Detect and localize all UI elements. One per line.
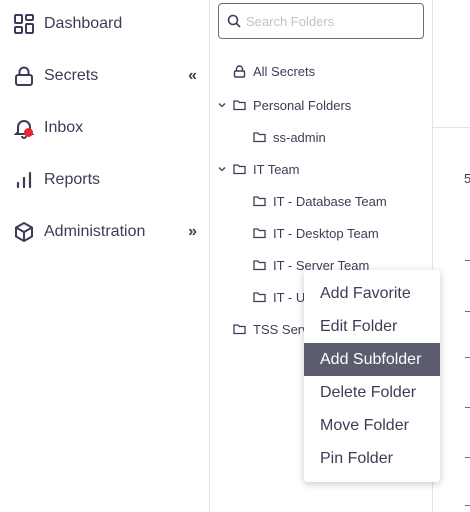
folder-icon <box>253 259 266 272</box>
nav-item-inbox[interactable]: Inbox <box>12 115 83 141</box>
content-divider <box>465 260 470 261</box>
bar-chart-icon <box>12 168 36 192</box>
tree-item-personal-folders[interactable]: Personal Folders <box>217 95 351 115</box>
folder-search-box[interactable] <box>218 3 424 39</box>
tree-label: IT - Desktop Team <box>273 225 379 241</box>
folder-context-menu: Add Favorite Edit Folder Add Subfolder D… <box>304 270 440 482</box>
nav-label-inbox: Inbox <box>44 119 84 136</box>
tree-item-tss-serv[interactable]: TSS Serv <box>233 319 309 339</box>
menu-item-add-favorite[interactable]: Add Favorite <box>304 277 440 310</box>
tree-label: IT Team <box>253 161 300 177</box>
content-divider <box>465 357 470 358</box>
nav-item-reports[interactable]: Reports <box>12 167 100 193</box>
chevron-down-icon[interactable] <box>217 166 227 172</box>
folder-icon <box>233 163 246 176</box>
lock-icon <box>12 64 36 88</box>
folder-search-input[interactable] <box>246 13 416 29</box>
folder-icon <box>253 227 266 240</box>
chevron-down-icon[interactable] <box>217 102 227 108</box>
content-divider <box>465 311 470 312</box>
nav-label-reports: Reports <box>44 171 101 188</box>
bell-icon <box>12 116 36 140</box>
folder-icon <box>253 195 266 208</box>
menu-item-edit-folder[interactable]: Edit Folder <box>304 310 440 343</box>
menu-item-delete-folder[interactable]: Delete Folder <box>304 376 440 409</box>
content-divider <box>433 127 470 128</box>
tree-label: IT - U <box>273 289 306 305</box>
nav-label-administration: Administration <box>44 223 146 240</box>
tree-item-it-team[interactable]: IT Team <box>217 159 299 179</box>
tree-item-ss-admin[interactable]: ss-admin <box>253 127 326 147</box>
search-icon <box>227 14 241 28</box>
folder-icon <box>233 99 246 112</box>
collapse-secrets-button[interactable]: « <box>188 63 197 89</box>
tree-label: Personal Folders <box>253 97 352 113</box>
folder-icon <box>233 323 246 336</box>
tree-item-all-secrets[interactable]: All Secrets <box>233 61 315 81</box>
dashboard-icon <box>12 12 36 36</box>
nav-label-dashboard: Dashboard <box>44 15 123 32</box>
nav-label-secrets: Secrets <box>44 67 99 84</box>
nav-item-dashboard[interactable]: Dashboard <box>12 11 122 37</box>
tree-label: All Secrets <box>253 63 316 79</box>
tree-label: IT - Database Team <box>273 193 387 209</box>
tree-item-it-desktop-team[interactable]: IT - Desktop Team <box>253 223 379 243</box>
content-divider <box>465 505 470 506</box>
lock-icon <box>233 64 246 78</box>
tree-label: TSS Serv <box>253 321 309 337</box>
nav-item-secrets[interactable]: Secrets <box>12 63 98 89</box>
nav-item-administration[interactable]: Administration <box>12 219 145 245</box>
content-divider <box>465 407 470 408</box>
main-nav: Dashboard Secrets « Inbox Reports Admini… <box>0 0 210 512</box>
content-partial-text: 5 <box>464 171 470 186</box>
content-divider <box>465 457 470 458</box>
expand-administration-button[interactable]: » <box>188 219 197 245</box>
cube-icon <box>12 220 36 244</box>
tree-label: ss-admin <box>273 129 326 145</box>
tree-item-it-database-team[interactable]: IT - Database Team <box>253 191 387 211</box>
tree-item-it-u[interactable]: IT - U <box>253 287 305 307</box>
menu-item-move-folder[interactable]: Move Folder <box>304 409 440 442</box>
menu-item-pin-folder[interactable]: Pin Folder <box>304 442 440 475</box>
folder-icon <box>253 131 266 144</box>
notification-dot <box>24 128 33 137</box>
menu-item-add-subfolder[interactable]: Add Subfolder <box>304 343 440 376</box>
folder-icon <box>253 291 266 304</box>
